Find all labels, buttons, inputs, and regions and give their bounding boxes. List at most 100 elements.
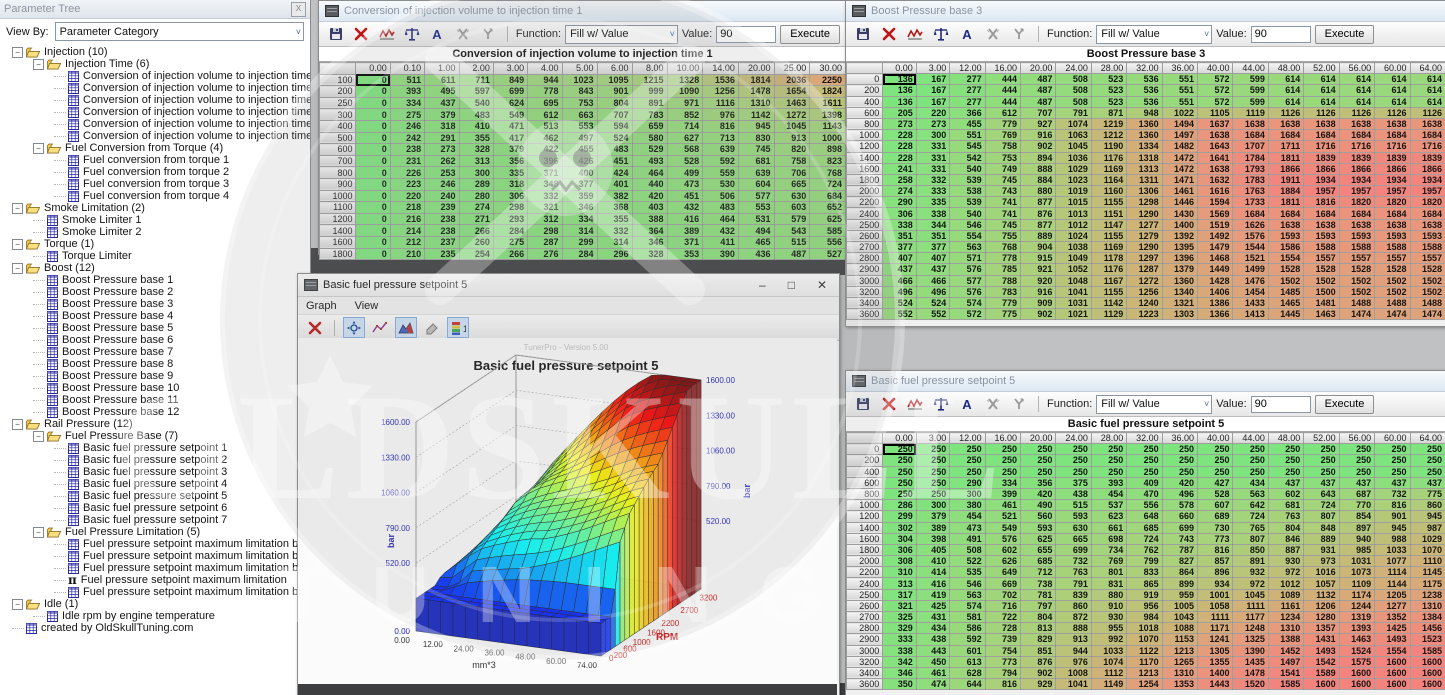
map-cell[interactable]: 250 (883, 444, 916, 455)
map-cell[interactable]: 755 (985, 230, 1020, 241)
map-cell[interactable]: 1105 (1198, 107, 1233, 118)
column-header[interactable]: 0.00 (356, 63, 390, 75)
map-cell[interactable]: 432 (667, 202, 703, 214)
map-cell[interactable]: 1783 (1233, 174, 1268, 185)
value-input[interactable] (1251, 26, 1311, 43)
tree-item[interactable]: Boost Pressure base 4 (4, 310, 310, 322)
map-cell[interactable]: 602 (1268, 488, 1303, 499)
map-cell[interactable]: 1474 (1410, 309, 1445, 320)
map-cell[interactable]: 136 (883, 96, 916, 107)
map-cell[interactable]: 250 (883, 488, 916, 499)
menu-view[interactable]: View (355, 300, 379, 312)
tree-item[interactable]: πFuel pressure setpoint maximum limitati… (4, 574, 310, 586)
map-cell[interactable]: 1048 (1056, 275, 1091, 286)
map-cell[interactable]: 438 (1056, 488, 1091, 499)
map-cell[interactable]: 0 (356, 120, 390, 132)
map-cell[interactable]: 1142 (738, 109, 774, 121)
map-cell[interactable]: 745 (985, 174, 1020, 185)
map-cell[interactable]: 1493 (1304, 645, 1339, 656)
map-cell[interactable]: 625 (810, 213, 846, 225)
map-cell[interactable]: 250 (1198, 444, 1233, 455)
tree-item[interactable]: Conversion of injection volume to inject… (4, 94, 310, 106)
collapse-icon[interactable]: − (12, 47, 23, 58)
tree-item[interactable]: −Injection (10) (4, 46, 310, 58)
map-cell[interactable]: 390 (703, 248, 739, 260)
map-cell[interactable]: 913 (774, 132, 810, 144)
map-cell[interactable]: 1029 (1056, 163, 1091, 174)
column-header[interactable]: 12.00 (950, 63, 985, 74)
tree-item[interactable]: Boost Pressure base 1 (4, 274, 310, 286)
map-cell[interactable]: 0 (356, 236, 390, 248)
map-cell[interactable]: 724 (1304, 500, 1339, 511)
map-cell[interactable]: 712 (1021, 567, 1056, 578)
map-cell[interactable]: 1485 (1268, 286, 1303, 297)
map-cell[interactable]: 804 (1268, 522, 1303, 533)
map-cell[interactable]: 474 (916, 679, 949, 690)
map-cell[interactable]: 1169 (1091, 242, 1126, 253)
map-cell[interactable]: 1600 (1410, 679, 1445, 690)
map-cell[interactable]: 1593 (1304, 230, 1339, 241)
map-cell[interactable]: 1212 (1091, 130, 1126, 141)
map-cell[interactable]: 563 (950, 242, 985, 253)
map-cell[interactable]: 1178 (1091, 253, 1126, 264)
map-cell[interactable]: 1074 (1091, 656, 1126, 667)
map-cell[interactable]: 1588 (1410, 242, 1445, 253)
map-cell[interactable]: 275 (493, 236, 527, 248)
map-cell[interactable]: 1557 (1410, 253, 1445, 264)
map-cell[interactable]: 580 (632, 132, 667, 144)
map-cell[interactable]: 167 (916, 96, 949, 107)
map-cell[interactable]: 287 (528, 236, 562, 248)
map-cell[interactable]: 1155 (1091, 230, 1126, 241)
map-cell[interactable]: 1866 (1375, 163, 1410, 174)
column-header[interactable]: 0.00 (883, 63, 916, 74)
map-cell[interactable]: 1430 (1162, 208, 1197, 219)
map-cell[interactable]: 901 (1375, 511, 1410, 522)
map-cell[interactable]: 1716 (1304, 141, 1339, 152)
map-cell[interactable]: 1542 (1304, 656, 1339, 667)
map-cell[interactable]: 909 (1021, 297, 1056, 308)
map-cell[interactable]: 1638 (1410, 118, 1445, 129)
map-cell[interactable]: 524 (597, 132, 632, 144)
row-header[interactable]: 2600 (847, 230, 883, 241)
map-cell[interactable]: 1143 (810, 120, 846, 132)
map-cell[interactable]: 1839 (1375, 152, 1410, 163)
map-cell[interactable]: 332 (597, 225, 632, 237)
map-cell[interactable]: 437 (1268, 477, 1303, 488)
map-cell[interactable]: 0 (356, 190, 390, 202)
map-cell[interactable]: 551 (950, 130, 985, 141)
map-cell[interactable]: 1112 (1091, 667, 1126, 678)
map-cell[interactable]: 614 (1268, 96, 1303, 107)
map-cell[interactable]: 568 (667, 144, 703, 156)
map-cell[interactable]: 1502 (1410, 286, 1445, 297)
map-cell[interactable]: 356 (493, 155, 527, 167)
map-cell[interactable]: 813 (1021, 623, 1056, 634)
map-cell[interactable]: 1153 (1162, 634, 1197, 645)
map-cell[interactable]: 483 (597, 144, 632, 156)
map-cell[interactable]: 1638 (1268, 118, 1303, 129)
map-cell[interactable]: 410 (916, 556, 949, 567)
map-cell[interactable]: 1600 (1410, 656, 1445, 667)
map-cell[interactable]: 915 (1021, 253, 1056, 264)
map-cell[interactable]: 238 (425, 225, 459, 237)
map-cell[interactable]: 1313 (1127, 163, 1162, 174)
map-cell[interactable]: 972 (1268, 567, 1303, 578)
map-cell[interactable]: 614 (1410, 85, 1445, 96)
column-header[interactable]: 24.00 (1056, 433, 1091, 444)
map-cell[interactable]: 0 (356, 74, 390, 86)
row-header[interactable]: 2400 (847, 208, 883, 219)
map-cell[interactable]: 1334 (1127, 141, 1162, 152)
row-header[interactable]: 900 (320, 178, 356, 190)
map-cell[interactable]: 1588 (1339, 242, 1374, 253)
map-cell[interactable]: 820 (774, 144, 810, 156)
map-cell[interactable]: 537 (1091, 500, 1126, 511)
map-cell[interactable]: 1190 (1091, 141, 1126, 152)
map-cell[interactable]: 724 (810, 178, 846, 190)
map-cell[interactable]: 250 (1021, 455, 1056, 466)
map-cell[interactable]: 593 (1056, 511, 1091, 522)
map-cell[interactable]: 685 (1021, 556, 1056, 567)
map-cell[interactable]: 1022 (1162, 107, 1197, 118)
map-cell[interactable]: 639 (738, 167, 774, 179)
map-cell[interactable]: 642 (1233, 500, 1268, 511)
map-cell[interactable]: 389 (667, 225, 703, 237)
map-cell[interactable]: 614 (1375, 96, 1410, 107)
